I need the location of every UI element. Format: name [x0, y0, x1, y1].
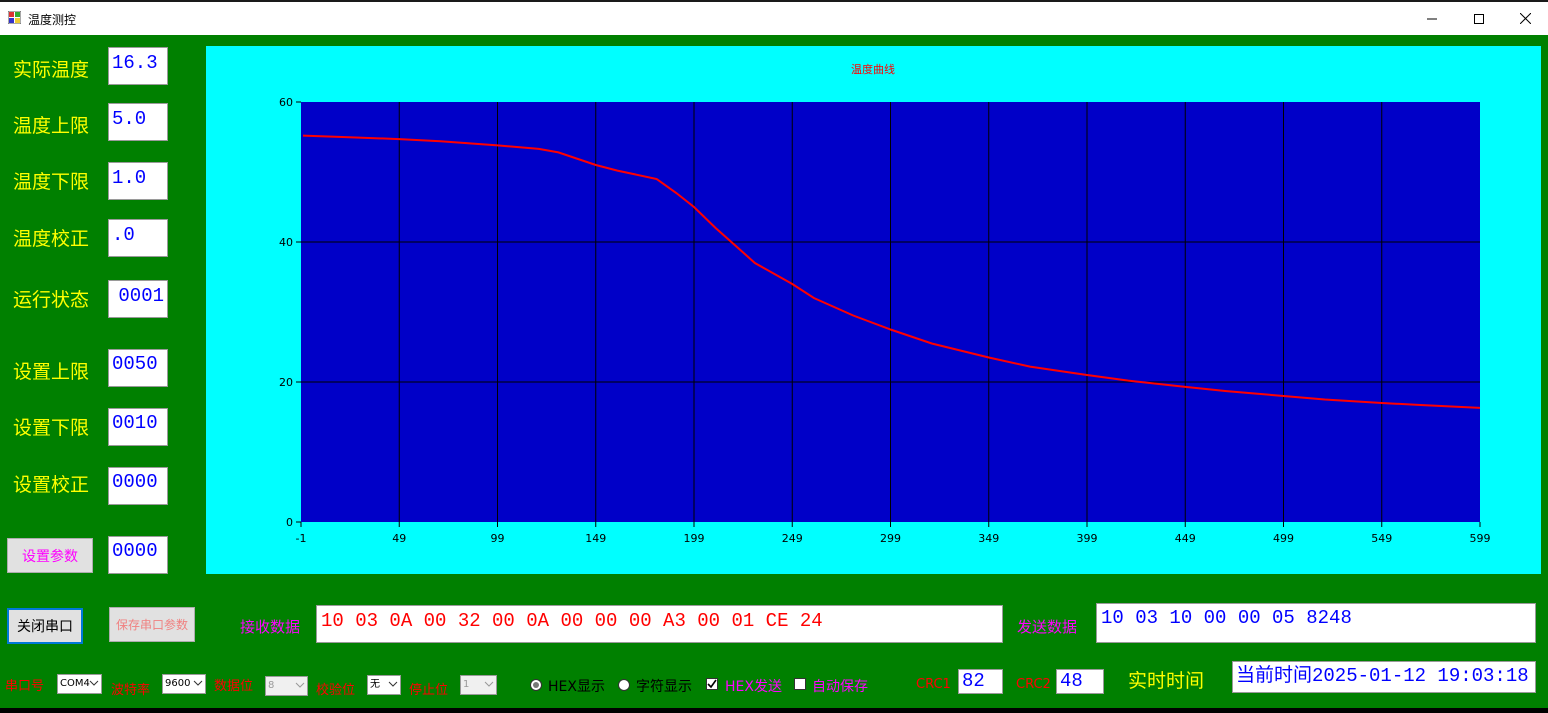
maximize-icon: [1474, 14, 1484, 24]
run-status-value[interactable]: 0001: [108, 280, 168, 318]
chevron-down-icon: [89, 678, 99, 688]
minimize-icon: [1427, 14, 1437, 24]
x-tick-label: 499: [1273, 532, 1294, 545]
stopbits-select[interactable]: 1: [460, 675, 497, 695]
hex-send-checkbox[interactable]: [706, 678, 718, 690]
realtime-label: 实时时间: [1128, 666, 1204, 693]
app-icon: [8, 11, 21, 24]
port-label: 串口号: [5, 675, 44, 694]
temp-upper-value[interactable]: 5.0: [108, 103, 168, 141]
y-tick-label: 60: [279, 96, 293, 109]
current-time-box: 当前时间2025-01-12 19:03:18: [1232, 661, 1536, 693]
chart-svg: 温度曲线 -1 49 99 149 199 249 299 349 399 449 499 549 59…: [206, 46, 1541, 574]
actual-temp-label: 实际温度: [13, 55, 89, 82]
hex-send-label: HEX发送: [725, 676, 782, 696]
baud-select-value: 9600: [165, 678, 190, 689]
temp-correction-label: 温度校正: [13, 224, 89, 251]
set-correction-input[interactable]: 0000: [108, 467, 168, 505]
actual-temp-value[interactable]: 16.3: [108, 47, 168, 85]
close-port-button[interactable]: 关闭串口: [7, 608, 83, 644]
x-tick-label: 249: [782, 532, 803, 545]
databits-select-value: 8: [268, 680, 274, 691]
close-button[interactable]: [1502, 2, 1548, 35]
set-correction-label: 设置校正: [13, 470, 89, 497]
char-display-label: 字符显示: [636, 676, 692, 696]
temperature-chart: 温度曲线 -1 49 99 149 199 249 299 349 399 449 499 549 59…: [206, 46, 1541, 574]
y-tick-label: 40: [279, 236, 293, 249]
set-lower-input[interactable]: 0010: [108, 408, 168, 446]
x-tick-label: -1: [296, 532, 307, 545]
char-display-radio[interactable]: [618, 679, 630, 691]
x-tick-label: 199: [684, 532, 705, 545]
x-tick-label: 99: [491, 532, 505, 545]
y-tick-label: 0: [286, 516, 293, 529]
x-tick-label: 49: [392, 532, 406, 545]
crc1-label: CRC1: [916, 677, 951, 692]
run-status-label: 运行状态: [13, 285, 89, 312]
auto-save-label: 自动保存: [812, 676, 868, 696]
stopbits-select-value: 1: [463, 679, 469, 690]
set-params-button[interactable]: 设置参数: [7, 538, 93, 573]
set-upper-label: 设置上限: [13, 357, 89, 384]
temp-correction-value[interactable]: .0: [108, 219, 168, 257]
window-title: 温度测控: [28, 11, 76, 28]
chevron-down-icon: [484, 679, 494, 689]
hex-display-radio[interactable]: [530, 679, 542, 691]
send-data-box[interactable]: 10 03 10 00 00 05 8248: [1096, 603, 1536, 643]
chevron-down-icon: [193, 678, 203, 688]
stopbits-label: 停止位: [409, 679, 448, 698]
close-icon: [1520, 13, 1531, 24]
temp-upper-label: 温度上限: [13, 111, 89, 138]
parity-label: 校验位: [316, 679, 355, 698]
baud-label: 波特率: [111, 679, 150, 698]
maximize-button[interactable]: [1456, 2, 1502, 35]
receive-label: 接收数据: [240, 616, 300, 637]
x-tick-label: 349: [978, 532, 999, 545]
auto-save-checkbox[interactable]: [794, 678, 806, 690]
x-tick-label: 549: [1371, 532, 1392, 545]
x-tick-label: 449: [1175, 532, 1196, 545]
receive-data-box[interactable]: 10 03 0A 00 32 00 0A 00 00 00 A3 00 01 C…: [316, 605, 1003, 643]
parity-select[interactable]: 无: [367, 675, 401, 695]
x-tick-label: 399: [1077, 532, 1098, 545]
send-label: 发送数据: [1017, 616, 1077, 637]
hex-display-label: HEX显示: [548, 676, 605, 696]
params-value-box[interactable]: 0000: [108, 536, 168, 574]
databits-label: 数据位: [214, 675, 253, 694]
port-select-value: COM4: [60, 678, 90, 689]
x-tick-label: 299: [880, 532, 901, 545]
x-tick-label: 149: [585, 532, 606, 545]
chevron-down-icon: [295, 680, 305, 690]
minimize-button[interactable]: [1409, 2, 1455, 35]
y-tick-label: 20: [279, 376, 293, 389]
parity-select-value: 无: [370, 679, 380, 690]
chart-title: 温度曲线: [851, 62, 895, 76]
crc2-value[interactable]: 48: [1056, 669, 1104, 694]
main-form: 实际温度 16.3 温度上限 5.0 温度下限 1.0 温度校正 .0 运行状态…: [0, 35, 1548, 708]
temp-lower-value[interactable]: 1.0: [108, 162, 168, 200]
save-port-params-button[interactable]: 保存串口参数: [109, 607, 195, 642]
title-bar: 温度测控: [0, 0, 1548, 35]
set-lower-label: 设置下限: [13, 413, 89, 440]
baud-select[interactable]: 9600: [162, 674, 206, 694]
crc2-label: CRC2: [1016, 677, 1051, 692]
set-upper-input[interactable]: 0050: [108, 349, 168, 387]
port-select[interactable]: COM4: [57, 674, 102, 694]
crc1-value[interactable]: 82: [958, 669, 1003, 694]
databits-select[interactable]: 8: [265, 676, 308, 696]
chevron-down-icon: [388, 679, 398, 689]
x-tick-label: 599: [1470, 532, 1491, 545]
temp-lower-label: 温度下限: [13, 167, 89, 194]
checkmark-icon: [707, 679, 717, 689]
